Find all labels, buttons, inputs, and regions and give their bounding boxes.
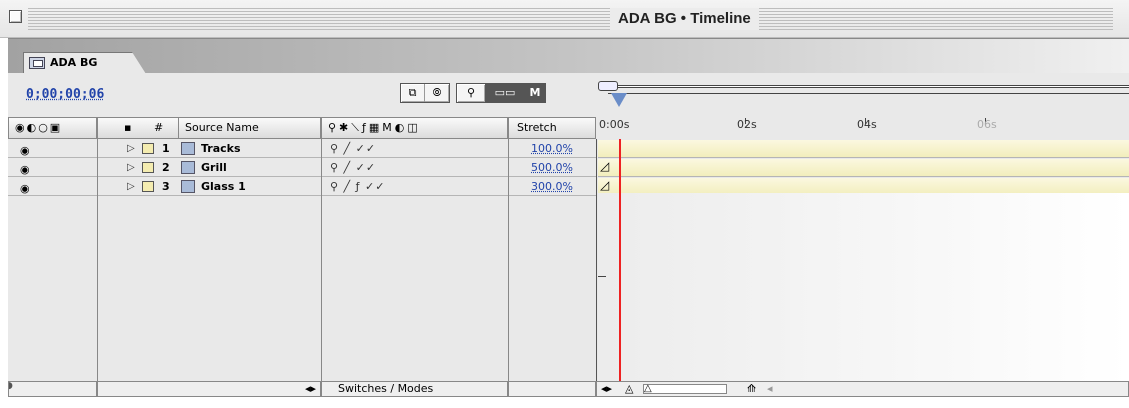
- zoom-slider[interactable]: △: [643, 382, 727, 396]
- label-header-icon: ▪: [124, 121, 132, 134]
- stretch-label: Stretch: [517, 121, 557, 134]
- source-name-label: Source Name: [178, 118, 259, 138]
- close-box[interactable]: [9, 10, 22, 23]
- zoom-out-icon[interactable]: ◬: [625, 382, 633, 396]
- footage-icon: [181, 142, 195, 155]
- ruler-tick-4: 04s: [857, 118, 877, 131]
- layer-switches[interactable]: ⚲ ╱ ƒ ✓✓: [330, 178, 385, 195]
- title-bar[interactable]: ADA BG • Timeline: [0, 0, 1129, 38]
- shy-icon: ⚲: [466, 86, 476, 99]
- hash-header: #: [154, 121, 164, 134]
- title-bar-stripes: [28, 8, 1113, 30]
- label-color-swatch[interactable]: [142, 162, 154, 173]
- twirl-icon[interactable]: ▷: [127, 159, 135, 176]
- bottom-bar-stretch: [508, 381, 596, 397]
- composition-icon: [29, 57, 45, 69]
- column-divider: [321, 139, 322, 381]
- motion-blur-button[interactable]: M: [524, 83, 546, 103]
- frame-blending-button[interactable]: ▭▭: [486, 83, 524, 103]
- switch-icons: ⚲✱⟍ƒ▦M◐◫: [328, 121, 421, 134]
- ruler-tick-6: 06s: [977, 118, 997, 131]
- tab-area: ADA BG: [8, 38, 1129, 74]
- column-divider: [97, 139, 98, 381]
- switches-modes-label: Switches / Modes: [338, 382, 434, 395]
- layer-name[interactable]: Tracks: [201, 140, 241, 157]
- frame-blend-icon: ▭▭: [494, 86, 516, 99]
- twirl-icon[interactable]: ▷: [127, 178, 135, 195]
- label-color-swatch[interactable]: [142, 143, 154, 154]
- comp-marker-icon[interactable]: ⧉: [401, 84, 425, 102]
- current-time-indicator-line[interactable]: [619, 139, 621, 381]
- zoom-slider-thumb[interactable]: △: [644, 382, 652, 396]
- layer-duration-bar-1[interactable]: [598, 140, 1129, 158]
- stretch-value[interactable]: 300.0%: [519, 178, 585, 195]
- expand-collapse-icon[interactable]: ◂▸: [305, 382, 316, 396]
- ruler-tick-0: 0:00s: [599, 118, 630, 131]
- stretch-header[interactable]: Stretch: [508, 117, 596, 139]
- in-point-marker-icon[interactable]: ◿: [600, 159, 609, 173]
- navigator-track-lower: [608, 93, 1129, 94]
- layer-number: 2: [162, 161, 170, 174]
- footage-icon: [181, 161, 195, 174]
- layer-name[interactable]: Grill: [201, 159, 227, 176]
- source-name-header[interactable]: ▪ # Source Name: [97, 117, 321, 139]
- column-divider: [508, 139, 509, 381]
- label-color-swatch[interactable]: [142, 181, 154, 192]
- tab-label: ADA BG: [50, 56, 98, 69]
- layer-number: 1: [162, 142, 170, 155]
- navigator-track: [608, 85, 1129, 88]
- in-point-marker-icon[interactable]: ◿: [600, 178, 609, 192]
- footage-icon: [181, 180, 195, 193]
- time-navigator[interactable]: [598, 81, 1129, 107]
- stretch-value[interactable]: 500.0%: [519, 159, 585, 176]
- tab-ada-bg[interactable]: ADA BG: [23, 52, 146, 74]
- work-area-marker: [598, 276, 606, 277]
- window-title: ADA BG • Timeline: [610, 8, 759, 30]
- layer-name[interactable]: Glass 1: [201, 178, 246, 195]
- motion-blur-icon: M: [529, 86, 541, 99]
- bottom-bar-av: [8, 381, 97, 397]
- eye-icon[interactable]: ◉: [20, 161, 30, 178]
- layer-switches[interactable]: ⚲ ╱ ✓✓: [330, 140, 376, 157]
- timeline-divider[interactable]: [596, 139, 597, 381]
- zoom-in-icon[interactable]: ⟰: [747, 382, 756, 396]
- bottom-bar-labels: ◂▸: [97, 381, 321, 397]
- layer-switches[interactable]: ⚲ ╱ ✓✓: [330, 159, 376, 176]
- timeline-empty-area: [598, 193, 1129, 381]
- ruler-tick-2: 02s: [737, 118, 757, 131]
- eye-icon[interactable]: ◉: [20, 180, 30, 197]
- av-features-header: ◉◐○▣: [8, 117, 97, 139]
- zoom-bar: ◂▸ ◬ △ ⟰ ◂: [596, 381, 1129, 397]
- resize-grip[interactable]: ◗: [8, 381, 13, 391]
- navigator-start-handle[interactable]: [598, 81, 618, 91]
- scroll-left-icon[interactable]: ◂: [767, 382, 773, 396]
- layer-number: 3: [162, 180, 170, 193]
- eye-icon[interactable]: ◉: [20, 142, 30, 159]
- shy-button[interactable]: ⚲: [456, 83, 486, 103]
- switches-modes-toggle[interactable]: Switches / Modes: [321, 381, 508, 397]
- current-time-display[interactable]: 0;00;00;06: [26, 87, 104, 102]
- comp-buttons-group: ⧉ ⦾: [400, 83, 450, 103]
- layer-duration-bar-2[interactable]: ◿: [598, 159, 1129, 177]
- eye-speaker-solo-lock-icons: ◉◐○▣: [15, 121, 63, 134]
- time-ruler[interactable]: 0:00s 02s 04s 06s: [597, 118, 1129, 138]
- current-time-indicator-head[interactable]: [611, 93, 627, 107]
- switches-header: ⚲✱⟍ƒ▦M◐◫: [321, 117, 508, 139]
- stretch-value[interactable]: 100.0%: [519, 140, 585, 157]
- 3d-view-icon[interactable]: ⦾: [425, 84, 449, 102]
- timeline-panel: 0;00;00;06 ⧉ ⦾ ⚲ ▭▭ M ◉◐○▣ ▪ # Source Nam…: [8, 73, 1129, 397]
- scroll-arrows-icon[interactable]: ◂▸: [601, 382, 612, 396]
- twirl-icon[interactable]: ▷: [127, 140, 135, 157]
